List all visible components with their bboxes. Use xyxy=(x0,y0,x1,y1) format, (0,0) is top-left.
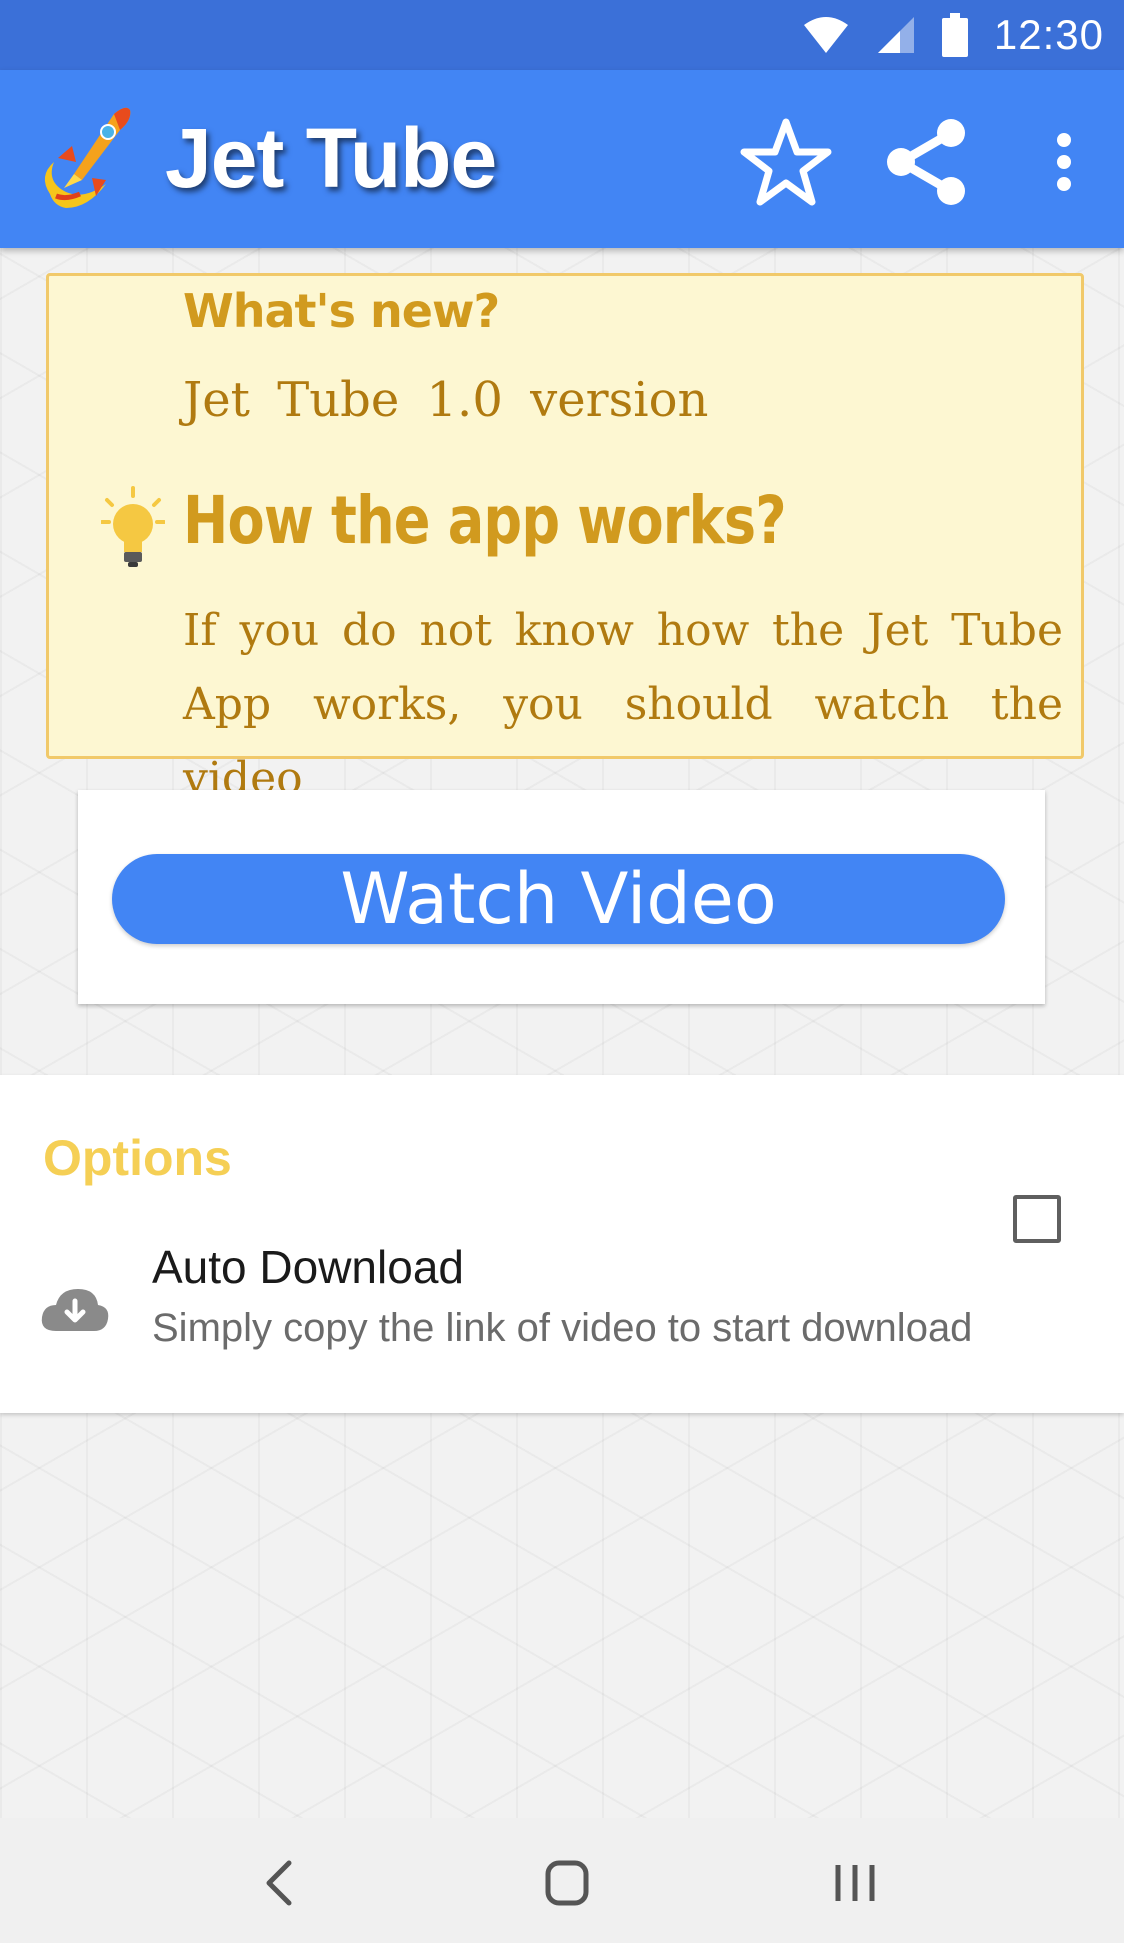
options-section: Options Auto Download Simply copy the li… xyxy=(0,1075,1124,1413)
navigation-bar xyxy=(0,1818,1124,1943)
auto-download-description: Simply copy the link of video to start d… xyxy=(152,1306,973,1350)
star-icon xyxy=(740,118,832,206)
app-title: Jet Tube xyxy=(165,111,497,205)
status-bar: 12:30 xyxy=(0,0,1124,70)
version-text: Jet Tube 1.0 version xyxy=(183,372,709,428)
home-button[interactable] xyxy=(512,1838,622,1928)
lightbulb-icon xyxy=(101,486,165,567)
signal-icon xyxy=(877,17,914,53)
app-bar: Jet Tube xyxy=(0,70,1124,248)
recents-button[interactable] xyxy=(800,1838,910,1928)
whats-new-card: What's new? Jet Tube 1.0 version How the… xyxy=(46,273,1084,804)
more-vert-icon xyxy=(1057,133,1071,191)
share-button[interactable] xyxy=(878,114,974,210)
rocket-logo xyxy=(44,107,131,208)
back-button[interactable] xyxy=(224,1838,334,1928)
overflow-menu-button[interactable] xyxy=(1016,114,1112,210)
options-title: Options xyxy=(43,1130,232,1186)
back-icon xyxy=(266,1860,292,1906)
battery-icon xyxy=(941,13,968,57)
favorite-button[interactable] xyxy=(738,114,834,210)
share-icon xyxy=(887,119,965,205)
auto-download-checkbox[interactable] xyxy=(1013,1195,1061,1243)
how-it-works-text: If you do not know how the Jet Tube App … xyxy=(183,605,1063,804)
status-time: 12:30 xyxy=(993,11,1104,58)
how-it-works-heading: How the app works? xyxy=(183,482,787,559)
watch-video-button[interactable]: Watch Video xyxy=(112,854,1005,944)
whats-new-heading: What's new? xyxy=(183,284,500,338)
auto-download-title: Auto Download xyxy=(152,1241,464,1293)
wifi-icon xyxy=(803,17,848,53)
home-icon xyxy=(545,1860,589,1906)
watch-video-card: Watch Video xyxy=(78,790,1045,1004)
recents-icon xyxy=(835,1865,875,1901)
auto-download-setting[interactable]: Auto Download Simply copy the link of vi… xyxy=(0,1240,1124,1380)
